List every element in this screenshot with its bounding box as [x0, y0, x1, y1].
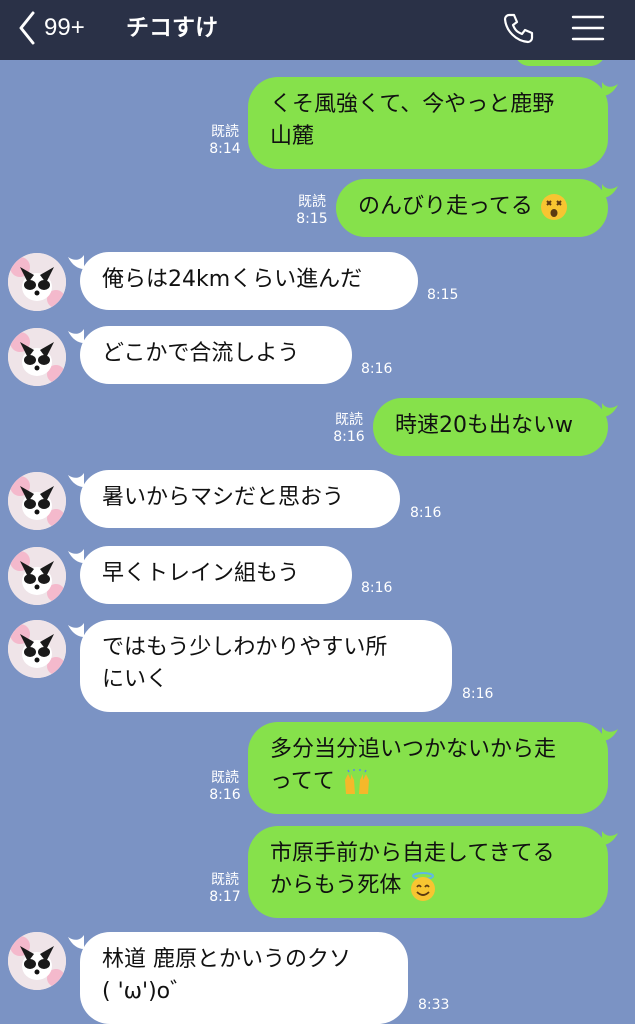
message-bubble-incoming[interactable]: 林道 鹿原とかいうのクソ ( 'ω')o゛ [80, 932, 408, 1024]
message-bubble-incoming[interactable]: 早くトレイン組もう [80, 546, 352, 604]
dizzy-face-emoji [540, 193, 568, 221]
read-receipt: 既読 [335, 412, 363, 428]
message-time: 8:17 [209, 889, 241, 905]
avatar[interactable] [8, 328, 66, 386]
bubble-tail [602, 831, 618, 845]
message-time: 8:16 [410, 505, 442, 521]
bubble-tail [68, 935, 84, 949]
menu-icon [570, 15, 606, 46]
bubble-tail [68, 255, 84, 269]
message-line: のんびり走ってる [358, 194, 533, 219]
phone-icon [500, 13, 536, 50]
bubble-tail [602, 82, 618, 96]
message-line: ( 'ω')o゛ [102, 979, 193, 1004]
message-line: ではもう少しわかりやすい所 [102, 635, 388, 660]
avatar[interactable] [8, 932, 66, 990]
unread-count: 99+ [44, 14, 85, 41]
back-button[interactable]: 99+ [18, 8, 85, 48]
message-bubble-incoming[interactable]: どこかで合流しよう [80, 326, 352, 384]
read-receipt: 既読 [211, 124, 239, 140]
chevron-left-icon [18, 11, 36, 45]
message-bubble-incoming[interactable]: 俺らは24kmくらい進んだ [80, 252, 418, 310]
message-line: 多分当分追いつかないから走 [270, 737, 557, 762]
message-line: 山麓 [270, 124, 315, 149]
message-bubble-outgoing[interactable]: 時速20も出ないw [373, 398, 608, 456]
message-line: 市原手前から自走してきてる [270, 841, 555, 866]
chat-header: 99+ チコすけ [0, 0, 635, 60]
halo-face-emoji [408, 872, 436, 901]
bubble-tail [68, 549, 84, 563]
message-line: 時速20も出ないw [395, 413, 573, 438]
bubble-tail [68, 473, 84, 487]
message-bubble-outgoing[interactable]: くそ風強くて、今やっと鹿野 山麓 [248, 77, 608, 169]
message-meta: 既読 8:16 [327, 412, 371, 446]
avatar[interactable] [8, 253, 66, 311]
avatar[interactable] [8, 472, 66, 530]
avatar[interactable] [8, 620, 66, 678]
message-line: 俺らは24kmくらい進んだ [102, 267, 363, 292]
message-bubble-incoming[interactable]: ではもう少しわかりやすい所 にいく [80, 620, 452, 712]
message-meta: 既読 8:15 [290, 194, 334, 228]
message-time: 8:16 [209, 787, 241, 803]
menu-button[interactable] [570, 14, 606, 46]
message-bubble-incoming[interactable]: 暑いからマシだと思おう [80, 470, 400, 528]
message-meta: 既読 8:17 [203, 872, 247, 906]
message-bubble-outgoing[interactable]: のんびり走ってる [336, 179, 608, 237]
chat-area[interactable]: 既読 8:14 くそ風強くて、今やっと鹿野 山麓 既読 8:15 のんびり走って… [0, 60, 635, 1024]
read-receipt: 既読 [211, 872, 239, 888]
message-meta: 既読 8:16 [203, 770, 247, 804]
message-line: 林道 鹿原とかいうのクソ [102, 947, 351, 972]
message-time: 8:16 [361, 361, 393, 377]
message-line: 早くトレイン組もう [102, 561, 300, 586]
message-time: 8:16 [361, 580, 393, 596]
message-time: 8:16 [333, 429, 365, 445]
message-line: にいく [102, 667, 169, 692]
message-time: 8:15 [296, 211, 328, 227]
message-bubble-outgoing[interactable]: 多分当分追いつかないから走 ってて [248, 722, 608, 814]
bubble-tail [602, 184, 618, 198]
message-time: 8:14 [209, 141, 241, 157]
avatar[interactable] [8, 547, 66, 605]
message-meta: 既読 8:14 [203, 124, 247, 158]
message-time: 8:33 [418, 997, 450, 1013]
bubble-tail [602, 727, 618, 741]
message-bubble-outgoing[interactable]: 市原手前から自走してきてる からもう死体 [248, 826, 608, 918]
message-line: どこかで合流しよう [102, 341, 300, 366]
bubble-tail [68, 623, 84, 637]
message-line: からもう死体 [270, 873, 402, 898]
message-time: 8:16 [462, 686, 494, 702]
bubble-tail [602, 403, 618, 417]
message-time: 8:15 [427, 287, 459, 303]
message-line: 暑いからマシだと思おう [102, 485, 345, 510]
message-line: ってて [270, 769, 335, 794]
read-receipt: 既読 [211, 770, 239, 786]
partial-message-bubble [515, 60, 605, 66]
bubble-tail [68, 329, 84, 343]
read-receipt: 既読 [298, 194, 326, 210]
message-line: くそ風強くて、今やっと鹿野 [270, 92, 555, 117]
call-button[interactable] [500, 10, 536, 50]
chat-title: チコすけ [126, 15, 218, 41]
raising-hands-emoji [342, 768, 370, 796]
